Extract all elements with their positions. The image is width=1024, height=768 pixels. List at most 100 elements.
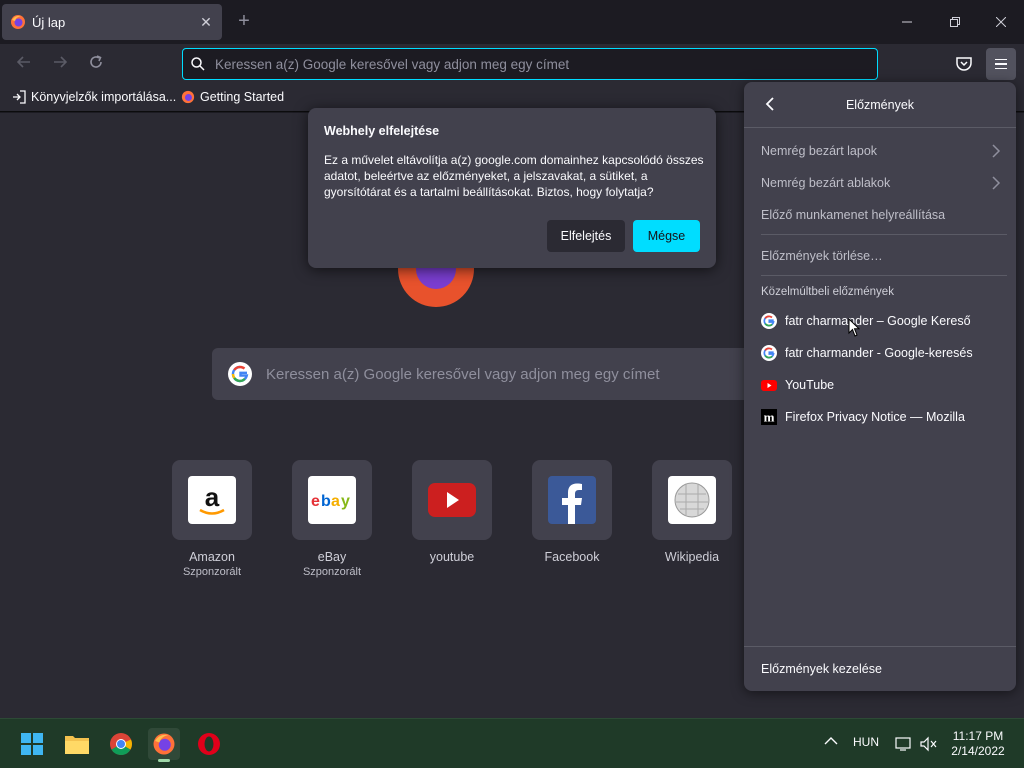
navigation-toolbar: Keressen a(z) Google keresővel vagy adjo…: [0, 44, 1024, 84]
sponsored-label: Szponzorált: [182, 566, 242, 578]
recent-history-heading: Közelmúltbeli előzmények: [761, 286, 894, 298]
search-placeholder: Keressen a(z) Google keresővel vagy adjo…: [266, 365, 660, 383]
history-item-title: Firefox Privacy Notice — Mozilla: [785, 410, 965, 424]
url-bar[interactable]: Keressen a(z) Google keresővel vagy adjo…: [182, 48, 878, 80]
bookmark-label: Könyvjelzők importálása...: [31, 90, 177, 104]
back-button[interactable]: [12, 52, 36, 76]
recently-closed-windows[interactable]: Nemrég bezárt ablakok: [761, 176, 1001, 190]
cancel-button[interactable]: Mégse: [633, 220, 700, 252]
opera-icon: [198, 733, 220, 755]
search-icon: [191, 57, 205, 71]
dialog-title: Webhely elfelejtése: [324, 124, 440, 138]
reload-button[interactable]: [84, 52, 108, 76]
folder-icon: [65, 736, 89, 754]
chrome-button[interactable]: [105, 728, 137, 760]
clock-time: 11:17 PM: [952, 729, 1004, 743]
chevron-up-icon: [824, 737, 838, 745]
menu-item-label: Előzmények törlése…: [761, 249, 883, 263]
taskbar: HUN 11:17 PM 2/14/2022: [0, 718, 1024, 768]
new-tab-button[interactable]: +: [232, 10, 256, 34]
volume-button[interactable]: [920, 736, 938, 755]
tab-new-tab[interactable]: Új lap ✕: [2, 4, 222, 40]
svg-text:a: a: [331, 493, 340, 510]
minimize-button[interactable]: [884, 8, 930, 36]
start-button[interactable]: [16, 728, 48, 760]
forget-button[interactable]: Elfelejtés: [547, 220, 625, 252]
bookmark-label: Getting Started: [200, 90, 285, 104]
restore-previous-session[interactable]: Előző munkamenet helyreállítása: [761, 208, 1001, 222]
tab-title: Új lap: [32, 14, 66, 30]
chrome-icon: [110, 733, 132, 755]
windows-start-icon: [21, 733, 43, 755]
panel-title: Előzmények: [845, 98, 915, 112]
separator: [761, 275, 1007, 276]
forward-arrow-icon: [54, 56, 68, 68]
active-indicator: [158, 759, 170, 762]
google-icon: [761, 313, 777, 329]
clock-date: 2/14/2022: [951, 744, 1005, 758]
svg-text:e: e: [311, 493, 320, 510]
svg-text:m: m: [764, 410, 775, 425]
amazon-icon: a: [188, 476, 236, 524]
history-item-title: fatr charmander - Google-keresés: [785, 346, 973, 360]
tile-label: Amazon: [189, 550, 235, 564]
show-hidden-icons-button[interactable]: [824, 735, 838, 749]
history-item[interactable]: m Firefox Privacy Notice — Mozilla: [761, 409, 1001, 425]
tile-label: Facebook: [544, 550, 600, 564]
close-window-button[interactable]: [978, 8, 1024, 36]
svg-text:y: y: [341, 493, 350, 510]
firefox-taskbar-button[interactable]: [148, 728, 180, 762]
file-explorer-button[interactable]: [61, 728, 93, 760]
top-site-youtube[interactable]: youtube: [412, 460, 492, 564]
restore-button[interactable]: [932, 8, 978, 36]
menu-item-label: Nemrég bezárt lapok: [761, 144, 878, 158]
tile-label: eBay: [317, 550, 347, 564]
close-tab-icon[interactable]: ✕: [198, 14, 214, 31]
opera-button[interactable]: [193, 728, 225, 760]
svg-text:a: a: [205, 482, 220, 512]
wikipedia-icon: [668, 476, 716, 524]
network-button[interactable]: [895, 736, 913, 755]
top-site-facebook[interactable]: Facebook: [532, 460, 612, 564]
history-item-title: YouTube: [785, 378, 835, 392]
history-item[interactable]: fatr charmander – Google Kereső: [761, 313, 1001, 329]
history-item[interactable]: fatr charmander - Google-keresés: [761, 345, 1001, 361]
app-menu-button[interactable]: [986, 48, 1016, 80]
url-placeholder: Keressen a(z) Google keresővel vagy adjo…: [215, 56, 570, 72]
tab-strip: Új lap ✕ +: [0, 0, 1024, 44]
history-item-title: fatr charmander – Google Kereső: [785, 314, 971, 328]
firefox-icon: [181, 90, 195, 104]
taskbar-clock[interactable]: 11:17 PM 2/14/2022: [948, 729, 1008, 759]
menu-item-label: Nemrég bezárt ablakok: [761, 176, 891, 190]
dialog-message: Ez a művelet eltávolítja a(z) google.com…: [324, 153, 704, 199]
import-icon: [13, 90, 26, 104]
bookmark-import[interactable]: Könyvjelzők importálása...: [12, 90, 176, 104]
history-item[interactable]: YouTube: [761, 377, 1001, 393]
mouse-cursor-icon: [848, 318, 860, 337]
top-site-ebay[interactable]: ebay eBay Szponzorált: [292, 460, 372, 578]
youtube-icon: [761, 380, 777, 391]
input-language[interactable]: HUN: [853, 735, 879, 749]
minimize-icon: [902, 21, 912, 23]
close-icon: [995, 16, 1007, 28]
clear-history[interactable]: Előzmények törlése…: [761, 249, 1001, 263]
google-icon: [761, 345, 777, 361]
top-site-amazon[interactable]: a Amazon Szponzorált: [172, 460, 252, 578]
tile-label: youtube: [429, 550, 475, 564]
firefox-icon: [11, 15, 25, 29]
menu-item-label: Előző munkamenet helyreállítása: [761, 208, 946, 222]
mozilla-icon: m: [761, 409, 777, 425]
facebook-icon: [548, 476, 596, 524]
forget-site-dialog: Webhely elfelejtése Ez a művelet eltávol…: [308, 108, 716, 268]
chevron-right-icon: [992, 144, 1001, 158]
reload-icon: [90, 55, 102, 68]
pocket-icon[interactable]: [954, 54, 974, 74]
manage-history[interactable]: Előzmények kezelése: [761, 662, 882, 676]
forward-button[interactable]: [48, 52, 72, 76]
hamburger-icon: [995, 58, 1007, 61]
bookmark-getting-started[interactable]: Getting Started: [181, 90, 284, 104]
google-icon: [228, 362, 252, 386]
top-site-wikipedia[interactable]: Wikipedia: [652, 460, 732, 564]
newtab-search-input[interactable]: Keressen a(z) Google keresővel vagy adjo…: [212, 348, 812, 400]
recently-closed-tabs[interactable]: Nemrég bezárt lapok: [761, 144, 1001, 158]
